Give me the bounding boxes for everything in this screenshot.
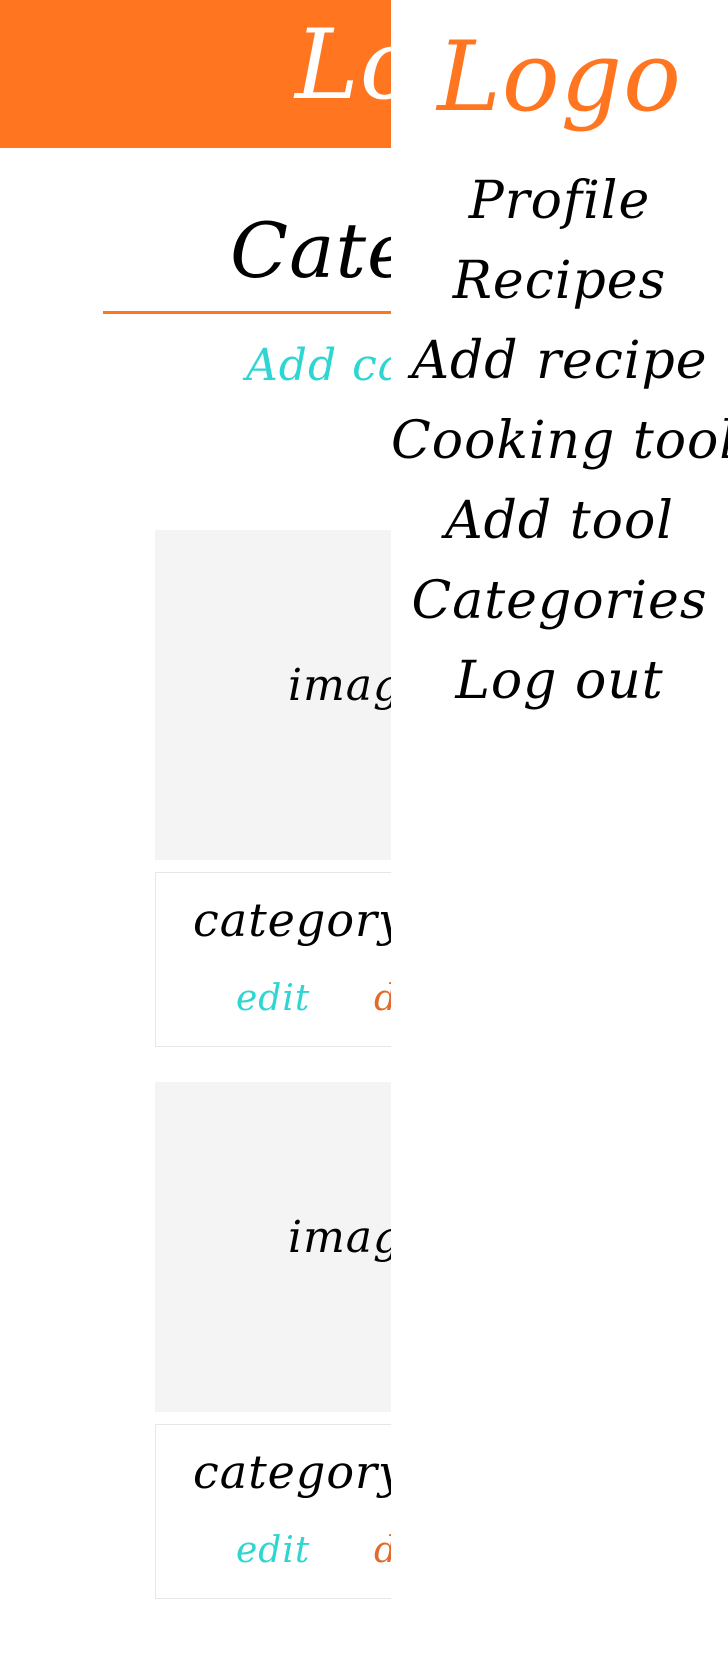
menu-item-cooking-tools[interactable]: Cooking tools bbox=[391, 410, 728, 490]
drawer-menu: Profile Recipes Add recipe Cooking tools… bbox=[391, 170, 728, 730]
navigation-drawer: Logo Profile Recipes Add recipe Cooking … bbox=[391, 0, 728, 1653]
edit-link[interactable]: edit bbox=[236, 977, 310, 1020]
app-page: Logo Categories Add category image categ… bbox=[0, 0, 728, 1653]
drawer-logo[interactable]: Logo bbox=[391, 20, 728, 135]
menu-item-log-out[interactable]: Log out bbox=[391, 650, 728, 730]
menu-item-recipes[interactable]: Recipes bbox=[391, 250, 728, 330]
menu-item-profile[interactable]: Profile bbox=[391, 170, 728, 250]
menu-item-add-tool[interactable]: Add tool bbox=[391, 490, 728, 570]
menu-item-categories[interactable]: Categories bbox=[391, 570, 728, 650]
menu-item-add-recipe[interactable]: Add recipe bbox=[391, 330, 728, 410]
edit-link[interactable]: edit bbox=[236, 1529, 310, 1572]
